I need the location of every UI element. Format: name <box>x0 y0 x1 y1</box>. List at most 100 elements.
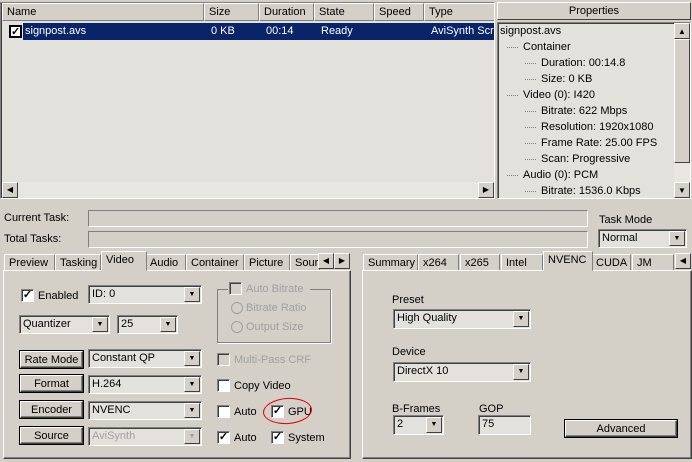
auto-2-checkbox[interactable]: ✓ <box>217 431 230 444</box>
tab-jm[interactable]: JM <box>632 254 674 271</box>
task-mode-select[interactable]: Normal ▼ <box>598 229 687 248</box>
col-speed[interactable]: Speed <box>374 3 424 21</box>
col-size[interactable]: Size <box>204 3 259 21</box>
chevron-down-icon: ▼ <box>669 231 685 246</box>
tree-node[interactable]: Size: 0 KB <box>536 71 592 87</box>
tree-connector <box>525 111 536 112</box>
tree-node[interactable]: signpost.avs <box>500 23 561 39</box>
scroll-right-icon[interactable]: ▶ <box>478 182 494 198</box>
col-duration[interactable]: Duration <box>259 3 314 21</box>
row-checkbox[interactable]: ✓ <box>9 25 22 38</box>
bitrate-groupbox <box>217 289 331 343</box>
rate-mode-button[interactable]: Rate Mode <box>20 351 83 368</box>
tree-node[interactable]: Audio (0): PCM <box>518 167 598 183</box>
scroll-up-icon[interactable]: ▲ <box>674 23 690 39</box>
output-size-label: Output Size <box>246 321 304 333</box>
tree-node[interactable]: Frame Rate: 25.00 FPS <box>536 135 657 151</box>
tab-audio[interactable]: Audio <box>145 254 186 271</box>
auto-bitrate-label: Auto Bitrate <box>246 283 304 295</box>
quantizer-value-select[interactable]: 25 ▼ <box>117 315 178 334</box>
scroll-left-icon[interactable]: ◀ <box>2 182 18 198</box>
device-select[interactable]: DirectX 10 ▼ <box>393 362 531 382</box>
chevron-down-icon: ▼ <box>184 403 200 418</box>
tab-scroll-right-icon[interactable]: ▶ <box>334 253 350 269</box>
auto-checkbox[interactable] <box>217 405 230 418</box>
tab-sour[interactable]: Sour <box>290 254 320 271</box>
tree-node[interactable]: Bitrate: 622 Mbps <box>536 103 627 119</box>
gop-input[interactable]: 75 <box>478 415 531 435</box>
enabled-label: Enabled <box>38 290 79 302</box>
row-size: 0 KB <box>211 25 235 37</box>
current-task-progress <box>88 210 588 227</box>
scrollbar-thumb[interactable] <box>674 39 690 163</box>
enabled-checkbox[interactable]: ✓ <box>21 289 34 302</box>
scroll-down-icon[interactable]: ▼ <box>674 182 690 198</box>
copy-video-checkbox[interactable] <box>217 379 230 392</box>
id-select[interactable]: ID: 0 ▼ <box>88 285 202 304</box>
system-checkbox[interactable]: ✓ <box>271 431 284 444</box>
chevron-down-icon: ▼ <box>184 287 200 302</box>
vertical-scrollbar[interactable]: ▲ ▼ <box>674 23 690 198</box>
format-button[interactable]: Format <box>20 375 83 392</box>
col-type[interactable]: Type <box>424 3 494 21</box>
output-size-radio <box>231 321 243 333</box>
copy-video-label: Copy Video <box>234 380 291 392</box>
chevron-down-icon: ▼ <box>426 417 442 433</box>
device-label: Device <box>392 346 426 358</box>
row-duration: 00:14 <box>266 25 294 37</box>
encoder-button[interactable]: Encoder <box>20 401 83 418</box>
row-type: AviSynth Script <box>431 25 494 37</box>
chevron-down-icon: ▼ <box>160 317 176 332</box>
preset-select[interactable]: High Quality ▼ <box>393 309 531 329</box>
tree-connector <box>507 47 518 48</box>
tree-node[interactable]: Duration: 00:14.8 <box>536 55 625 71</box>
tree-node[interactable]: Container <box>518 39 571 55</box>
tab-picture[interactable]: Picture <box>244 254 290 271</box>
auto-2-label: Auto <box>234 432 257 444</box>
total-tasks-label: Total Tasks: <box>4 233 62 245</box>
tree-connector <box>507 95 518 96</box>
chevron-down-icon: ▼ <box>513 311 529 327</box>
file-list[interactable]: Name Size Duration State Speed Type ✓ si… <box>0 2 495 199</box>
tab-summary[interactable]: Summary <box>363 254 418 271</box>
advanced-button[interactable]: Advanced <box>565 420 677 437</box>
multipass-crf-checkbox <box>217 353 230 366</box>
tree-node[interactable]: Scan: Progressive <box>536 151 630 167</box>
tab-scroll-left-icon[interactable]: ◀ <box>675 253 691 269</box>
tree-node[interactable]: Resolution: 1920x1080 <box>536 119 654 135</box>
tab-container[interactable]: Container <box>186 254 244 271</box>
chevron-down-icon: ▼ <box>513 364 529 380</box>
tab-tasking[interactable]: Tasking <box>55 254 101 271</box>
auto-bitrate-checkbox <box>229 282 242 295</box>
tree-node[interactable]: Bitrate: 1536.0 Kbps <box>536 183 641 198</box>
col-state[interactable]: State <box>314 3 374 21</box>
tab-nvenc[interactable]: NVENC <box>543 251 593 271</box>
table-row[interactable]: ✓ signpost.avs 0 KB 00:14 Ready AviSynth… <box>2 23 494 40</box>
row-state: Ready <box>321 25 353 37</box>
tab-x264[interactable]: x264 <box>418 254 459 271</box>
tab-x265[interactable]: x265 <box>460 254 500 271</box>
col-name[interactable]: Name <box>2 3 204 21</box>
tab-scroll-left-icon[interactable]: ◀ <box>318 253 334 269</box>
tab-video[interactable]: Video <box>101 251 147 271</box>
horizontal-scrollbar[interactable]: ◀ ▶ <box>2 182 494 198</box>
chevron-down-icon: ▼ <box>184 351 200 366</box>
tree-connector <box>525 191 536 192</box>
bframes-select[interactable]: 2 ▼ <box>393 415 444 435</box>
task-mode-label: Task Mode <box>599 214 653 226</box>
tab-cuda[interactable]: CUDA <box>591 254 631 271</box>
tree-node[interactable]: Video (0): I420 <box>518 87 595 103</box>
format-select[interactable]: H.264 ▼ <box>88 375 202 394</box>
bitrate-ratio-radio <box>231 302 243 314</box>
quantizer-select[interactable]: Quantizer ▼ <box>19 315 110 334</box>
tree-connector <box>507 175 518 176</box>
properties-tree[interactable]: signpost.avs Container Duration: 00:14.8 Si… <box>497 22 691 199</box>
chevron-down-icon: ▼ <box>92 317 108 332</box>
source-button[interactable]: Source <box>20 427 83 444</box>
source-select: AviSynth ▼ <box>88 427 202 446</box>
encoder-select[interactable]: NVENC ▼ <box>88 401 202 420</box>
tab-preview[interactable]: Preview <box>4 254 55 271</box>
tab-intel[interactable]: Intel <box>501 254 543 271</box>
rate-mode-select[interactable]: Constant QP ▼ <box>88 349 202 368</box>
properties-header: Properties <box>497 2 691 20</box>
